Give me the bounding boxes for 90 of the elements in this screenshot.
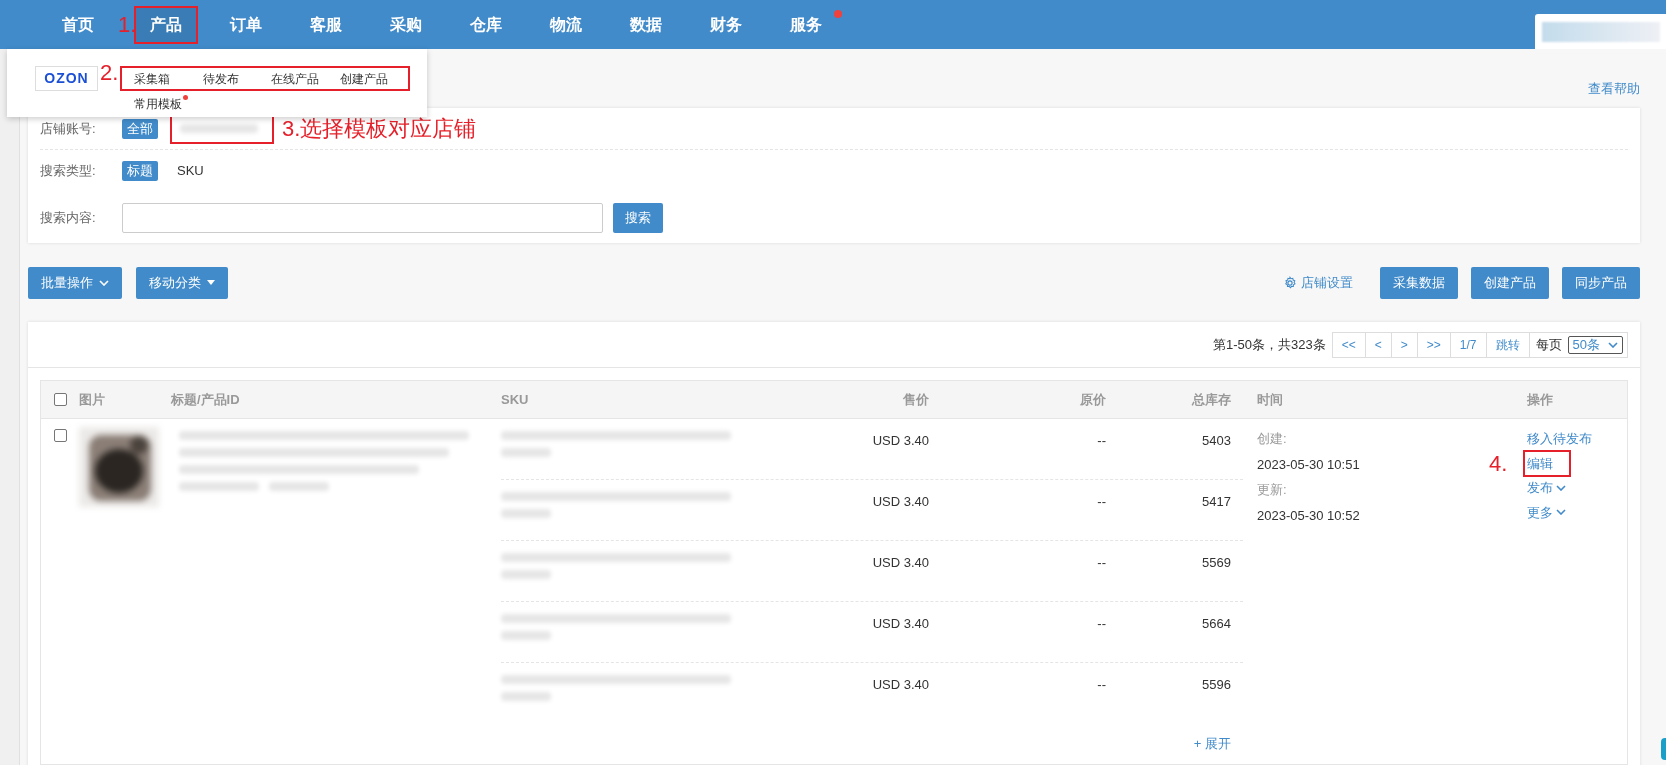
column-header: 图片 bbox=[79, 391, 105, 407]
settings-icon bbox=[1283, 275, 1297, 290]
nav-tab[interactable]: 采购 bbox=[376, 7, 437, 42]
action-button[interactable]: 创建产品 bbox=[1471, 266, 1549, 299]
stock-text: 5569 bbox=[1202, 555, 1231, 570]
dropdown-button[interactable]: 批量操作 bbox=[28, 266, 122, 299]
filter-label: 搜索类型: bbox=[40, 162, 97, 181]
action-button[interactable]: 采集数据 bbox=[1380, 266, 1458, 299]
pagination-button[interactable]: > bbox=[1391, 332, 1418, 357]
original-price-text: -- bbox=[1097, 494, 1106, 509]
nav-tab[interactable]: 财务 bbox=[696, 7, 757, 42]
pagination-summary: 第1-50条，共323条 bbox=[1213, 335, 1326, 354]
redacted-text bbox=[501, 509, 551, 518]
stock-text: 5417 bbox=[1202, 494, 1231, 509]
logo: OZON bbox=[35, 66, 98, 91]
chevron-down-icon bbox=[1608, 341, 1618, 348]
checkbox[interactable] bbox=[53, 393, 67, 406]
pagination-button[interactable]: >> bbox=[1417, 332, 1451, 357]
action-button[interactable]: 同步产品 bbox=[1562, 266, 1640, 299]
filter-tag[interactable]: 全部 bbox=[122, 118, 158, 139]
expand-link[interactable]: + 展开 bbox=[1193, 734, 1231, 754]
annotation-label: 1. bbox=[118, 13, 137, 36]
nav-tab[interactable]: 服务 bbox=[776, 7, 837, 42]
price-text: USD 3.40 bbox=[872, 677, 929, 692]
action-link[interactable]: 发布 bbox=[1527, 478, 1566, 498]
column-header: SKU bbox=[501, 391, 529, 407]
nav-tab[interactable]: 首页 bbox=[48, 7, 108, 42]
filter-tag[interactable]: SKU bbox=[172, 161, 209, 181]
original-price-text: -- bbox=[1097, 433, 1106, 448]
per-page-label: 每页 bbox=[1534, 335, 1563, 354]
updated-time: 2023-05-30 10:52 bbox=[1257, 506, 1360, 525]
search-field[interactable] bbox=[122, 202, 603, 233]
redacted-text bbox=[501, 631, 551, 640]
action-link[interactable]: 更多 bbox=[1527, 502, 1566, 522]
created-label: 创建: bbox=[1257, 430, 1287, 448]
column-header: 操作 bbox=[1527, 391, 1553, 407]
dropdown-button[interactable]: 移动分类 bbox=[136, 266, 228, 299]
filter-tag[interactable]: 标题 bbox=[122, 161, 158, 181]
stock-text: 5596 bbox=[1202, 677, 1231, 692]
created-time: 2023-05-30 10:51 bbox=[1257, 455, 1360, 474]
price-text: USD 3.40 bbox=[872, 433, 929, 448]
store-settings-link[interactable]: 店铺设置 bbox=[1283, 272, 1353, 293]
original-price-text: -- bbox=[1097, 555, 1106, 570]
caret-icon bbox=[207, 280, 215, 285]
annotation-label: 3.选择模板对应店铺 bbox=[282, 115, 477, 143]
filter-label: 搜索内容: bbox=[40, 208, 97, 227]
per-page-select[interactable]: 50条 bbox=[1567, 335, 1623, 354]
redacted-text bbox=[501, 570, 551, 579]
price-text: USD 3.40 bbox=[872, 494, 929, 509]
annotation-label: 2. bbox=[100, 62, 119, 84]
filter-label: 店铺账号: bbox=[40, 119, 97, 138]
chevron-down-icon bbox=[1556, 484, 1566, 491]
price-text: USD 3.40 bbox=[872, 555, 929, 570]
column-header: 总库存 bbox=[1192, 391, 1231, 407]
pagination-button[interactable]: < bbox=[1365, 332, 1392, 357]
column-header: 售价 bbox=[903, 391, 929, 407]
submenu-item[interactable]: 在线产品 bbox=[271, 69, 340, 88]
original-price-text: -- bbox=[1097, 677, 1106, 692]
nav-tab[interactable]: 客服 bbox=[296, 7, 357, 42]
pagination-button[interactable]: << bbox=[1332, 332, 1366, 357]
column-header: 时间 bbox=[1257, 391, 1283, 407]
submenu-item[interactable]: 创建产品 bbox=[339, 69, 409, 88]
column-header: 原价 bbox=[1080, 391, 1106, 407]
annotation-label: 4. bbox=[1489, 449, 1508, 478]
pagination-button[interactable]: 1/7 bbox=[1450, 332, 1487, 357]
nav-tab[interactable]: 仓库 bbox=[456, 7, 517, 42]
updated-label: 更新: bbox=[1257, 481, 1287, 499]
redacted-text bbox=[501, 448, 551, 457]
scroll-widget bbox=[1661, 738, 1666, 760]
nav-tab[interactable]: 数据 bbox=[616, 7, 677, 42]
redacted-text bbox=[501, 692, 551, 701]
submenu-item[interactable]: 采集箱 bbox=[134, 69, 203, 88]
stock-text: 5403 bbox=[1202, 433, 1231, 448]
price-text: USD 3.40 bbox=[872, 616, 929, 631]
action-link[interactable]: 移入待发布 bbox=[1527, 429, 1592, 449]
column-header: 标题/产品ID bbox=[171, 391, 240, 407]
submenu-item[interactable]: 待发布 bbox=[202, 69, 272, 88]
nav-tab[interactable]: 订单 bbox=[216, 7, 277, 42]
search-button[interactable]: 搜索 bbox=[613, 202, 663, 233]
nav-tab[interactable]: 物流 bbox=[536, 7, 597, 42]
original-price-text: -- bbox=[1097, 616, 1106, 631]
submenu-item[interactable]: 常用模板 bbox=[134, 95, 189, 113]
nav-tab[interactable]: 产品 bbox=[136, 7, 197, 42]
chevron-down-icon bbox=[1556, 509, 1566, 516]
chevron-down-icon bbox=[99, 279, 109, 286]
checkbox[interactable] bbox=[53, 429, 67, 442]
stock-text: 5664 bbox=[1202, 616, 1231, 631]
help-link[interactable]: 查看帮助 bbox=[1588, 78, 1640, 98]
redacted-text bbox=[269, 482, 329, 491]
pagination-button[interactable]: 跳转 bbox=[1486, 332, 1530, 357]
